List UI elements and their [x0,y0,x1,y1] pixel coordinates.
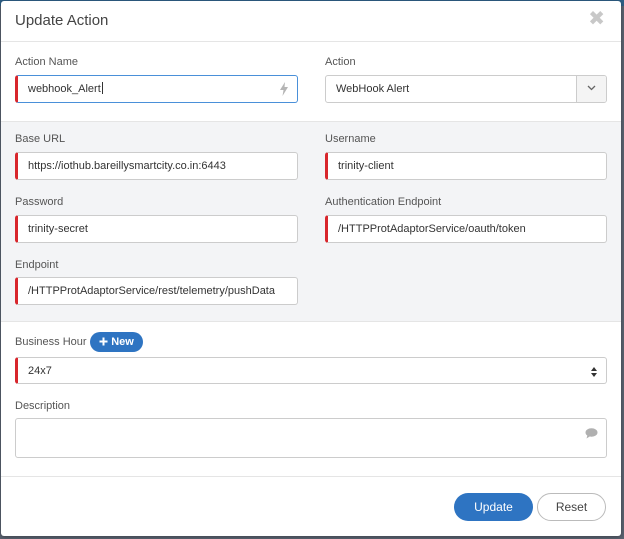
action-name-input[interactable]: webhook_Alert [15,75,298,103]
action-select[interactable]: WebHook Alert [325,75,607,103]
username-label: Username [325,133,376,145]
close-icon[interactable]: ✖ [588,9,605,29]
description-label: Description [15,400,71,412]
chevron-down-icon[interactable] [576,76,606,102]
comment-icon [585,428,598,439]
base-url-label: Base URL [15,133,66,145]
auth-endpoint-input[interactable]: /HTTPProtAdaptorService/oauth/token [325,215,607,243]
description-textarea[interactable] [15,418,607,458]
action-name-label: Action Name [15,56,78,68]
update-action-dialog: Update Action ✖ Action Name webhook_Aler… [1,1,621,536]
password-label: Password [15,196,64,208]
bolt-icon [280,82,288,96]
dialog-title: Update Action [15,12,109,29]
base-url-input[interactable]: https://iothub.bareillysmartcity.co.in:6… [15,152,298,180]
business-hour-select[interactable]: 24x7 [15,357,607,384]
username-input[interactable]: trinity-client [325,152,607,180]
update-button[interactable]: Update [454,493,533,521]
new-button-label: New [111,336,134,348]
action-name-value: webhook_Alert [28,83,101,95]
business-hour-label: Business Hour [15,336,87,348]
new-business-hour-button[interactable]: New [90,332,143,352]
business-hour-value: 24x7 [28,365,52,377]
dialog-header: Update Action ✖ [1,1,621,42]
dialog-footer: Update Reset [1,476,621,536]
endpoint-label: Endpoint [15,259,59,271]
sort-arrows-icon [591,367,597,377]
password-input[interactable]: trinity-secret [15,215,298,243]
auth-endpoint-label: Authentication Endpoint [325,196,442,208]
plus-icon [99,337,108,346]
reset-button[interactable]: Reset [537,493,606,521]
action-select-value: WebHook Alert [336,83,410,95]
endpoint-input[interactable]: /HTTPProtAdaptorService/rest/telemetry/p… [15,277,298,305]
text-cursor [101,82,103,94]
action-label: Action [325,56,356,68]
